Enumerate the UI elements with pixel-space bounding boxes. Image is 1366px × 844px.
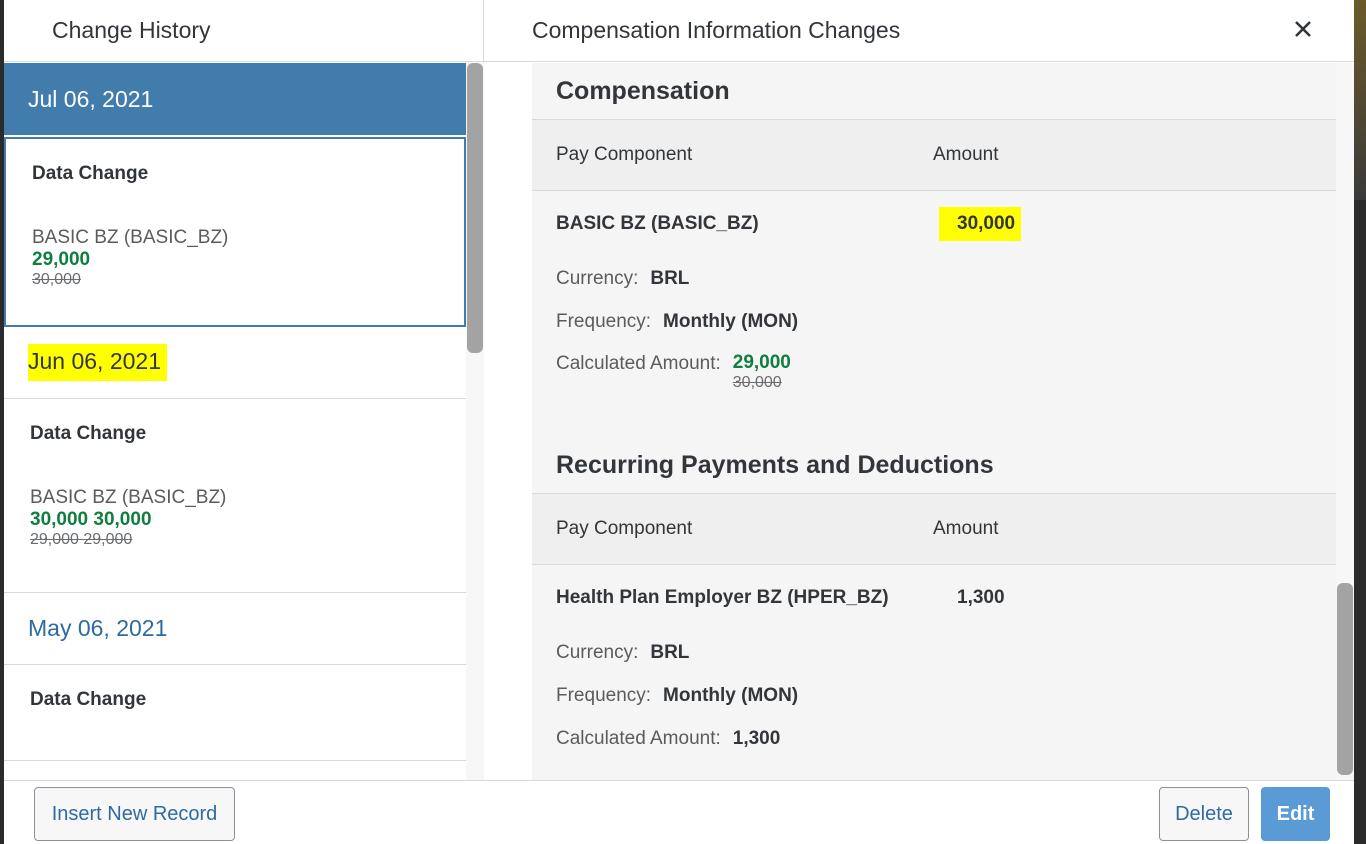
compensation-changes-pane: Compensation Information Changes Compens… <box>484 0 1354 844</box>
currency-detail: Currency: BRL <box>556 631 1336 674</box>
history-list: Jul 06, 2021 Data Change BASIC BZ (BASIC… <box>4 63 466 780</box>
calculated-amount-detail: Calculated Amount: 1,300 <box>556 717 1336 760</box>
old-value: 29,000 29,000 <box>30 531 133 548</box>
component-name: BASIC BZ (BASIC_BZ) <box>32 227 229 248</box>
calculated-amount-values: 29,000 30,000 <box>732 352 791 391</box>
history-date-2[interactable]: Jun 06, 2021 <box>4 327 466 399</box>
scrollbar-thumb[interactable] <box>467 63 483 353</box>
left-footer: Insert New Record <box>4 780 484 844</box>
close-icon[interactable] <box>1288 14 1318 44</box>
frequency-value: Monthly (MON) <box>663 684 799 706</box>
recurring-section: Recurring Payments and Deductions Pay Co… <box>532 437 1336 760</box>
section-title-compensation: Compensation <box>556 76 730 105</box>
date-label: Jul 06, 2021 <box>28 85 154 112</box>
history-item-3[interactable]: Data Change <box>4 665 466 761</box>
insert-new-record-button[interactable]: Insert New Record <box>34 787 235 841</box>
details-body: Compensation Pay Component Amount BASIC … <box>532 63 1336 780</box>
scrollbar-thumb[interactable] <box>1337 583 1353 775</box>
new-value: 29,000 <box>32 249 91 270</box>
frequency-label: Frequency: <box>556 310 652 332</box>
row-main: BASIC BZ (BASIC_BZ) 30,000 <box>556 191 1336 257</box>
pay-component-name: Health Plan Employer BZ (HPER_BZ) <box>556 587 889 608</box>
frequency-label: Frequency: <box>556 684 652 706</box>
calculated-amount-label: Calculated Amount: <box>556 353 721 374</box>
column-header-pay-component: Pay Component <box>556 518 693 539</box>
frequency-value: Monthly (MON) <box>663 310 799 332</box>
history-date-1[interactable]: Jul 06, 2021 <box>4 63 466 135</box>
change-history-dialog: Change History Jul 06, 2021 Data Change … <box>4 0 1354 844</box>
backdrop-strip <box>1354 0 1366 200</box>
date-label: May 06, 2021 <box>28 615 168 641</box>
table-header: Pay Component Amount <box>532 119 1336 191</box>
history-item-2[interactable]: Data Change BASIC BZ (BASIC_BZ) 30,000 3… <box>4 399 466 593</box>
currency-value: BRL <box>650 641 690 663</box>
change-title: Data Change <box>32 163 149 184</box>
edit-button[interactable]: Edit <box>1261 787 1330 841</box>
amount-value: 1,300 <box>957 587 1005 608</box>
calculated-amount-label: Calculated Amount: <box>556 727 721 749</box>
row-main: Health Plan Employer BZ (HPER_BZ) 1,300 <box>556 565 1336 631</box>
pane-title: Compensation Information Changes <box>484 0 1354 62</box>
frequency-detail: Frequency: Monthly (MON) <box>556 674 1336 717</box>
currency-label: Currency: <box>556 641 639 663</box>
calculated-new-value: 29,000 <box>732 352 791 373</box>
calculated-old-value: 30,000 <box>732 373 782 391</box>
pane-title: Change History <box>4 0 483 62</box>
frequency-detail: Frequency: Monthly (MON) <box>556 300 1336 343</box>
old-value: 30,000 <box>32 271 81 288</box>
change-title: Data Change <box>30 423 147 444</box>
table-row: Health Plan Employer BZ (HPER_BZ) 1,300 … <box>532 565 1336 760</box>
left-scrollbar[interactable] <box>466 63 484 780</box>
change-title: Data Change <box>30 689 147 710</box>
history-date-3[interactable]: May 06, 2021 <box>4 593 466 665</box>
column-header-amount: Amount <box>933 518 999 539</box>
calculated-amount-detail: Calculated Amount: 29,000 30,000 <box>556 343 1336 395</box>
history-item-1[interactable]: Data Change BASIC BZ (BASIC_BZ) 29,000 3… <box>4 137 466 327</box>
column-header-amount: Amount <box>933 144 999 165</box>
currency-detail: Currency: BRL <box>556 257 1336 300</box>
calculated-amount-value: 1,300 <box>732 727 781 749</box>
table-row: BASIC BZ (BASIC_BZ) 30,000 Currency: BRL… <box>532 191 1336 395</box>
table-header: Pay Component Amount <box>532 493 1336 565</box>
column-header-pay-component: Pay Component <box>556 144 693 165</box>
delete-button[interactable]: Delete <box>1159 787 1249 841</box>
currency-value: BRL <box>650 267 690 289</box>
component-name: BASIC BZ (BASIC_BZ) <box>30 487 227 508</box>
amount-value: 30,000 <box>939 207 1022 241</box>
change-history-pane: Change History Jul 06, 2021 Data Change … <box>4 0 484 844</box>
section-title-recurring: Recurring Payments and Deductions <box>556 450 994 479</box>
date-label: Jun 06, 2021 <box>28 344 168 381</box>
currency-label: Currency: <box>556 267 639 289</box>
new-value: 30,000 30,000 <box>30 509 152 530</box>
right-scrollbar[interactable] <box>1336 63 1354 780</box>
pay-component-name: BASIC BZ (BASIC_BZ) <box>556 213 759 234</box>
right-footer: Delete Edit <box>484 780 1354 844</box>
